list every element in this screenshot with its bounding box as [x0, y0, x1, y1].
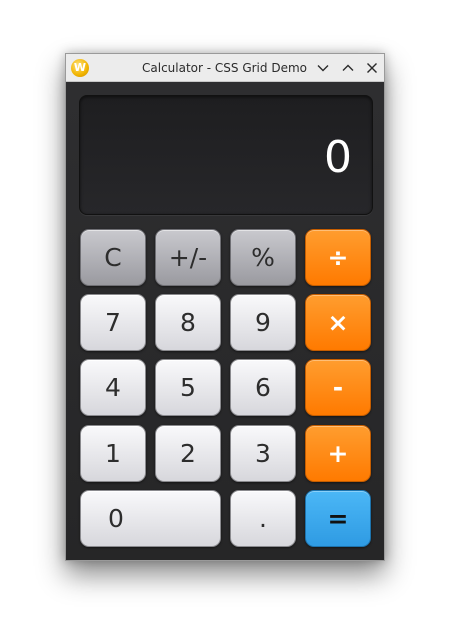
digit-0-button[interactable]: 0: [80, 490, 221, 547]
subtract-button[interactable]: -: [305, 359, 371, 416]
digit-7-button[interactable]: 7: [80, 294, 146, 351]
digit-6-button[interactable]: 6: [230, 359, 296, 416]
digit-5-button[interactable]: 5: [155, 359, 221, 416]
window-title: Calculator - CSS Grid Demo: [142, 61, 307, 75]
chevron-down-icon: [317, 65, 329, 72]
clear-button[interactable]: C: [80, 229, 146, 286]
app-icon: W: [71, 59, 89, 77]
digit-4-button[interactable]: 4: [80, 359, 146, 416]
maximize-button[interactable]: [338, 58, 358, 78]
title-bar[interactable]: W Calculator - CSS Grid Demo: [66, 54, 384, 82]
add-button[interactable]: +: [305, 425, 371, 482]
divide-button[interactable]: ÷: [305, 229, 371, 286]
multiply-button[interactable]: ×: [305, 294, 371, 351]
display-panel: 0: [79, 95, 373, 215]
decimal-button[interactable]: .: [230, 490, 296, 547]
display-value: 0: [324, 132, 352, 183]
digit-8-button[interactable]: 8: [155, 294, 221, 351]
close-button[interactable]: [362, 58, 382, 78]
digit-1-button[interactable]: 1: [80, 425, 146, 482]
sign-toggle-button[interactable]: +/-: [155, 229, 221, 286]
percent-button[interactable]: %: [230, 229, 296, 286]
digit-9-button[interactable]: 9: [230, 294, 296, 351]
digit-3-button[interactable]: 3: [230, 425, 296, 482]
close-icon: [367, 63, 377, 73]
calculator-window: W Calculator - CSS Grid Demo 0 C +/- % ÷…: [65, 53, 385, 561]
minimize-button[interactable]: [313, 58, 333, 78]
digit-2-button[interactable]: 2: [155, 425, 221, 482]
calculator-body: 0 C +/- % ÷ 7 8 9 × 4 5 6 - 1 2 3 + 0 . …: [66, 82, 384, 560]
equals-button[interactable]: =: [305, 490, 371, 547]
chevron-up-icon: [342, 64, 354, 71]
